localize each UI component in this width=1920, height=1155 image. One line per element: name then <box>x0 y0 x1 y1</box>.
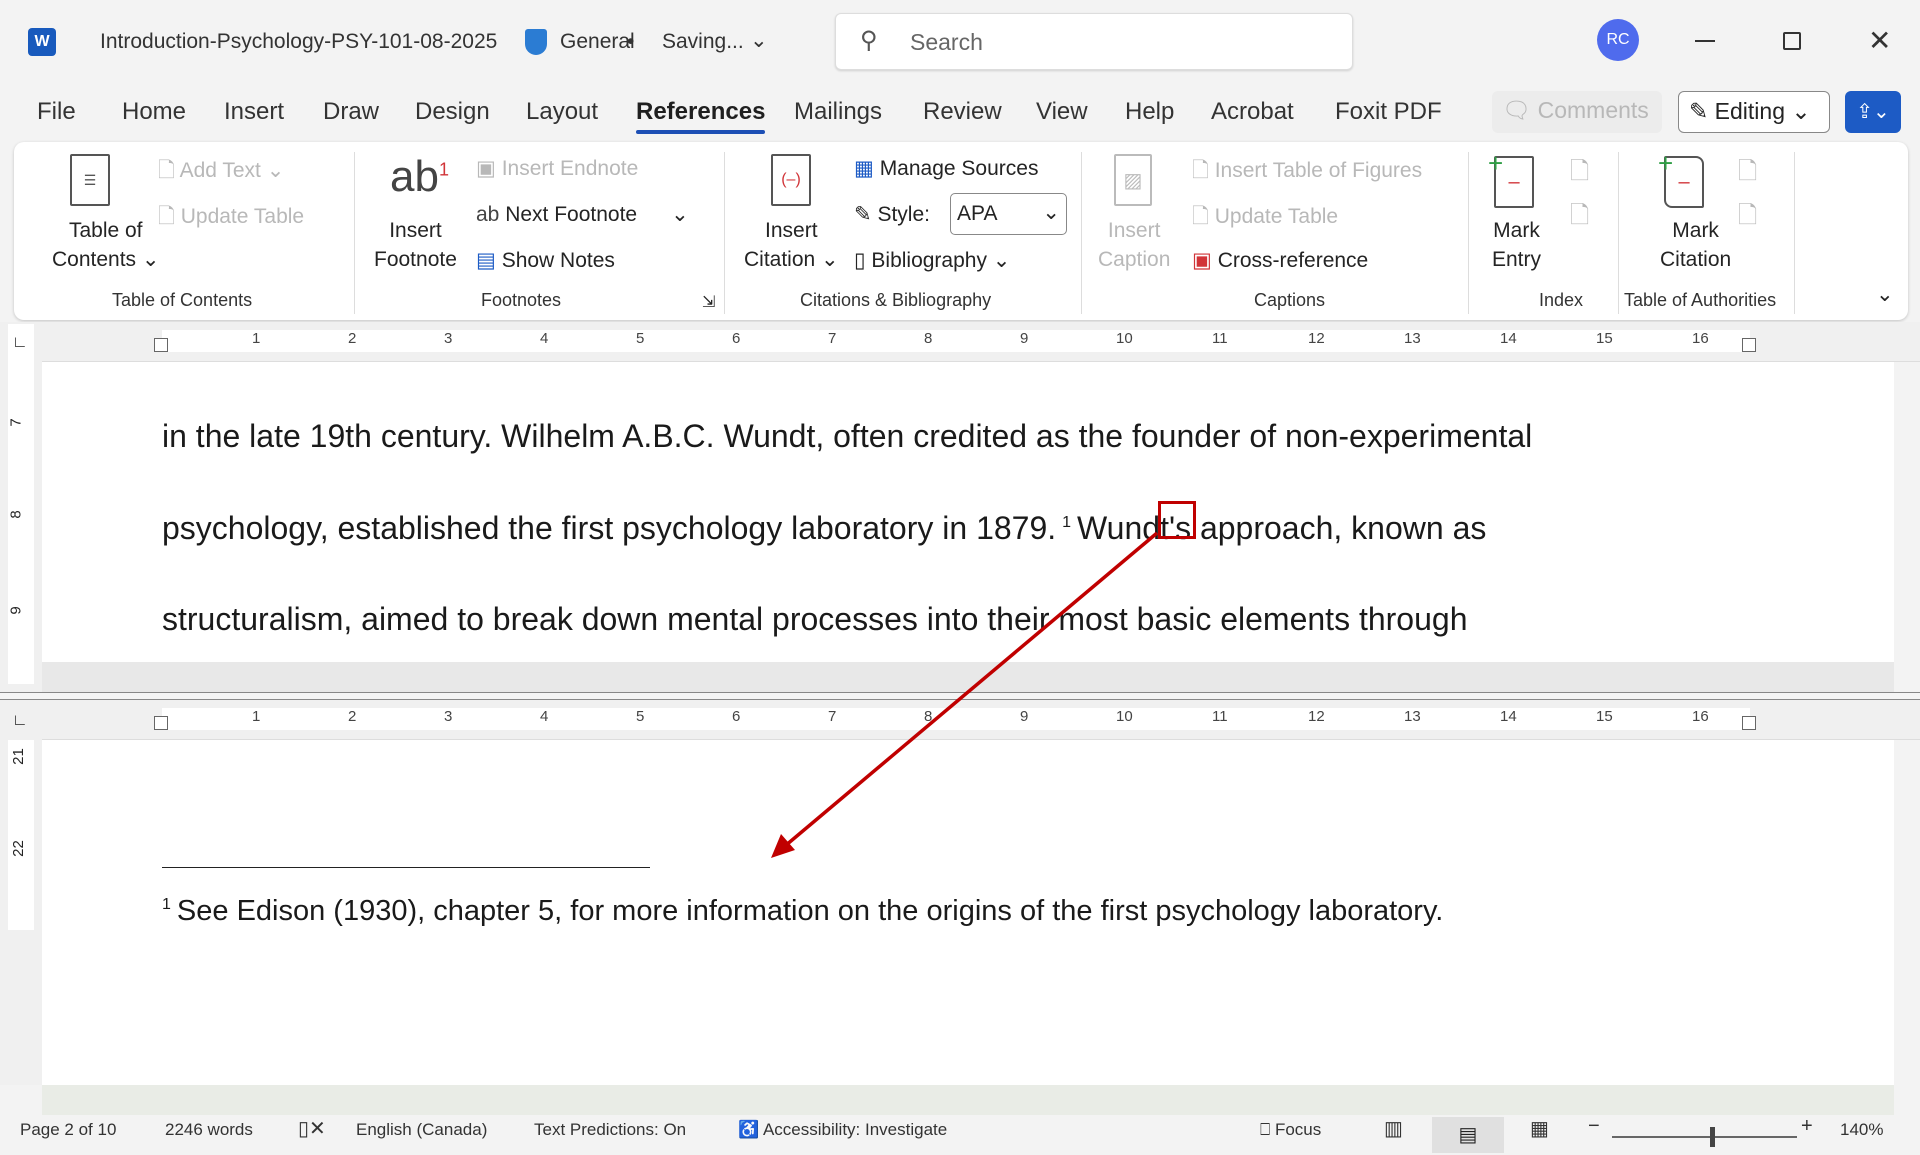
accessibility-icon: ♿ <box>738 1120 760 1139</box>
read-mode-icon[interactable]: ▥ <box>1384 1116 1403 1141</box>
proofing-icon[interactable]: ▯✕ <box>298 1116 326 1141</box>
accessibility-status[interactable]: ♿ Accessibility: Investigate <box>738 1120 947 1140</box>
zoom-out-button[interactable]: − <box>1588 1115 1600 1138</box>
label: Focus <box>1274 1120 1322 1139</box>
web-layout-icon[interactable]: ▦ <box>1530 1116 1549 1141</box>
zoom-slider[interactable] <box>1612 1127 1797 1147</box>
zoom-slider-thumb[interactable] <box>1710 1127 1715 1147</box>
status-bar <box>0 1115 1920 1155</box>
word-count[interactable]: 2246 words <box>165 1120 253 1140</box>
text-predictions[interactable]: Text Predictions: On <box>534 1120 686 1140</box>
annotation-arrow <box>771 531 1159 858</box>
zoom-level[interactable]: 140% <box>1840 1120 1883 1140</box>
focus-button[interactable]: ⎕ Focus <box>1260 1120 1321 1140</box>
label: Accessibility: Investigate <box>762 1120 948 1139</box>
zoom-in-button[interactable]: + <box>1801 1115 1813 1138</box>
language[interactable]: English (Canada) <box>356 1120 487 1140</box>
print-layout-icon[interactable]: ▤ <box>1432 1117 1504 1153</box>
page-count[interactable]: Page 2 of 10 <box>20 1120 116 1140</box>
